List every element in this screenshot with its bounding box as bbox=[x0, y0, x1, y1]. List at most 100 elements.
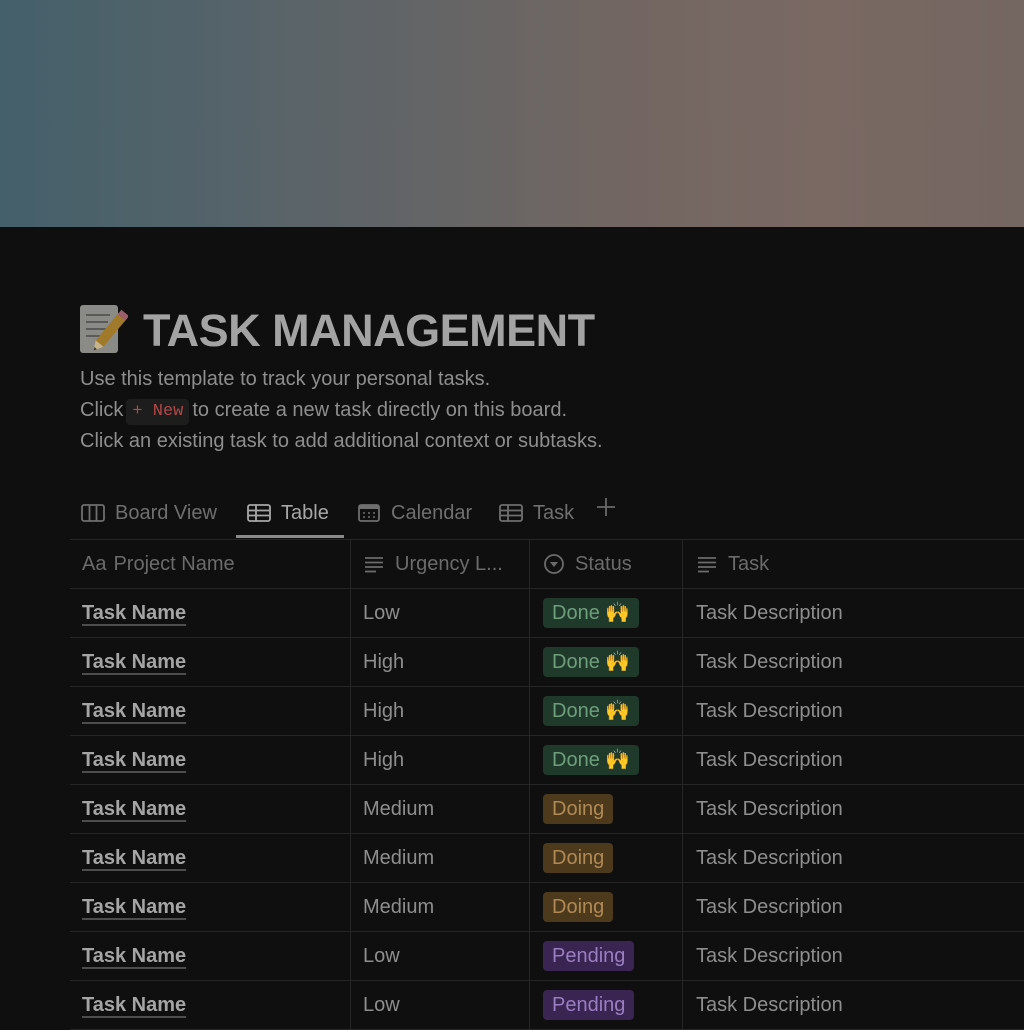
table-row[interactable]: Task Name Medium Doing Task Description bbox=[70, 785, 1024, 834]
tab-board-view[interactable]: Board View bbox=[81, 490, 217, 536]
urgency-cell[interactable]: Medium bbox=[350, 883, 528, 931]
task-description-cell[interactable]: Task Description bbox=[682, 687, 1024, 735]
column-header-label: Urgency L... bbox=[395, 552, 503, 575]
description-line-1: Use this template to track your personal… bbox=[80, 368, 491, 390]
project-name-cell[interactable]: Task Name bbox=[82, 932, 350, 980]
column-header-label: Task bbox=[728, 552, 770, 575]
urgency-cell[interactable]: Medium bbox=[350, 834, 528, 882]
task-description-cell[interactable]: Task Description bbox=[682, 736, 1024, 784]
table-row[interactable]: Task Name Medium Doing Task Description bbox=[70, 883, 1024, 932]
urgency-value: Low bbox=[363, 944, 400, 967]
tab-label: Task bbox=[533, 501, 575, 524]
plus-icon[interactable] bbox=[594, 495, 618, 519]
task-description-cell[interactable]: Task Description bbox=[682, 589, 1024, 637]
task-name-link[interactable]: Task Name bbox=[82, 749, 186, 772]
task-description-cell[interactable]: Task Description bbox=[682, 883, 1024, 931]
description-line-2-suffix: to create a new task directly on this bo… bbox=[192, 399, 567, 421]
task-description: Task Description bbox=[696, 797, 843, 820]
table-header-row: Aa Project Name Urgency L... Status Task bbox=[70, 540, 1024, 589]
column-header-project-name[interactable]: Aa Project Name bbox=[82, 540, 350, 588]
status-cell[interactable]: Doing bbox=[529, 834, 682, 882]
table-row[interactable]: Task Name High Done 🙌 Task Description bbox=[70, 736, 1024, 785]
task-description-cell[interactable]: Task Description bbox=[682, 638, 1024, 686]
status-cell[interactable]: Done 🙌 bbox=[529, 638, 682, 686]
description-line-3: Click an existing task to add additional… bbox=[80, 430, 603, 452]
task-name-link[interactable]: Task Name bbox=[82, 896, 186, 919]
tab-task[interactable]: Task bbox=[499, 490, 574, 536]
urgency-cell[interactable]: High bbox=[350, 687, 528, 735]
project-name-cell[interactable]: Task Name bbox=[82, 834, 350, 882]
urgency-cell[interactable]: Medium bbox=[350, 785, 528, 833]
urgency-value: High bbox=[363, 699, 405, 722]
tab-table[interactable]: Table bbox=[247, 490, 329, 536]
project-name-cell[interactable]: Task Name bbox=[82, 687, 350, 735]
task-description: Task Description bbox=[696, 895, 843, 918]
column-header-task[interactable]: Task bbox=[682, 540, 1024, 588]
status-cell[interactable]: Done 🙌 bbox=[529, 687, 682, 735]
status-cell[interactable]: Done 🙌 bbox=[529, 736, 682, 784]
urgency-cell[interactable]: High bbox=[350, 736, 528, 784]
task-description: Task Description bbox=[696, 748, 843, 771]
task-description-cell[interactable]: Task Description bbox=[682, 785, 1024, 833]
urgency-value: High bbox=[363, 650, 405, 673]
task-description: Task Description bbox=[696, 650, 843, 673]
task-description-cell[interactable]: Task Description bbox=[682, 834, 1024, 882]
urgency-value: Low bbox=[363, 601, 400, 624]
description-line-2-prefix: Click bbox=[80, 399, 124, 421]
task-name-link[interactable]: Task Name bbox=[82, 847, 186, 870]
table-row[interactable]: Task Name High Done 🙌 Task Description bbox=[70, 638, 1024, 687]
text-lines-icon bbox=[363, 553, 385, 575]
page-description: Use this template to track your personal… bbox=[80, 364, 980, 457]
task-description-cell[interactable]: Task Description bbox=[682, 981, 1024, 1029]
cover-image bbox=[0, 0, 1024, 227]
column-header-label: Project Name bbox=[113, 552, 235, 575]
tab-calendar[interactable]: Calendar bbox=[357, 490, 472, 536]
project-name-cell[interactable]: Task Name bbox=[82, 883, 350, 931]
urgency-value: Medium bbox=[363, 895, 435, 918]
column-header-status[interactable]: Status bbox=[529, 540, 682, 588]
tab-label: Board View bbox=[115, 501, 217, 524]
status-cell[interactable]: Pending bbox=[529, 932, 682, 980]
table-row[interactable]: Task Name High Done 🙌 Task Description bbox=[70, 687, 1024, 736]
status-cell[interactable]: Doing bbox=[529, 883, 682, 931]
tab-label: Calendar bbox=[391, 501, 473, 524]
task-description: Task Description bbox=[696, 601, 843, 624]
urgency-cell[interactable]: High bbox=[350, 638, 528, 686]
status-badge: Done 🙌 bbox=[543, 598, 640, 628]
column-header-label: Status bbox=[575, 552, 632, 575]
view-tabs: Board View Table Calendar Task bbox=[70, 490, 1024, 538]
task-description-cell[interactable]: Task Description bbox=[682, 932, 1024, 980]
column-header-urgency[interactable]: Urgency L... bbox=[350, 540, 528, 588]
task-description: Task Description bbox=[696, 699, 843, 722]
table-row[interactable]: Task Name Medium Doing Task Description bbox=[70, 834, 1024, 883]
task-description: Task Description bbox=[696, 944, 843, 967]
urgency-cell[interactable]: Low bbox=[350, 981, 528, 1029]
table-row[interactable]: Task Name Low Pending Task Description bbox=[70, 981, 1024, 1030]
urgency-cell[interactable]: Low bbox=[350, 589, 528, 637]
status-cell[interactable]: Pending bbox=[529, 981, 682, 1029]
status-badge: Pending bbox=[543, 990, 635, 1020]
task-name-link[interactable]: Task Name bbox=[82, 651, 186, 674]
task-name-link[interactable]: Task Name bbox=[82, 700, 186, 723]
task-name-link[interactable]: Task Name bbox=[82, 602, 186, 625]
status-badge: Doing bbox=[543, 843, 614, 873]
task-name-link[interactable]: Task Name bbox=[82, 945, 186, 968]
table-row[interactable]: Task Name Low Done 🙌 Task Description bbox=[70, 589, 1024, 638]
project-name-cell[interactable]: Task Name bbox=[82, 638, 350, 686]
urgency-cell[interactable]: Low bbox=[350, 932, 528, 980]
project-name-cell[interactable]: Task Name bbox=[82, 785, 350, 833]
status-badge: Done 🙌 bbox=[543, 647, 640, 677]
project-name-cell[interactable]: Task Name bbox=[82, 981, 350, 1029]
urgency-value: Medium bbox=[363, 846, 435, 869]
status-cell[interactable]: Doing bbox=[529, 785, 682, 833]
status-cell[interactable]: Done 🙌 bbox=[529, 589, 682, 637]
task-name-link[interactable]: Task Name bbox=[82, 994, 186, 1017]
task-name-link[interactable]: Task Name bbox=[82, 798, 186, 821]
table-row[interactable]: Task Name Low Pending Task Description bbox=[70, 932, 1024, 981]
status-badge: Done 🙌 bbox=[543, 745, 640, 775]
project-name-cell[interactable]: Task Name bbox=[82, 589, 350, 637]
project-name-cell[interactable]: Task Name bbox=[82, 736, 350, 784]
title-property-icon: Aa bbox=[82, 552, 107, 575]
calendar-icon bbox=[357, 503, 381, 523]
table-body: Task Name Low Done 🙌 Task Description Task N… bbox=[70, 589, 1024, 1030]
